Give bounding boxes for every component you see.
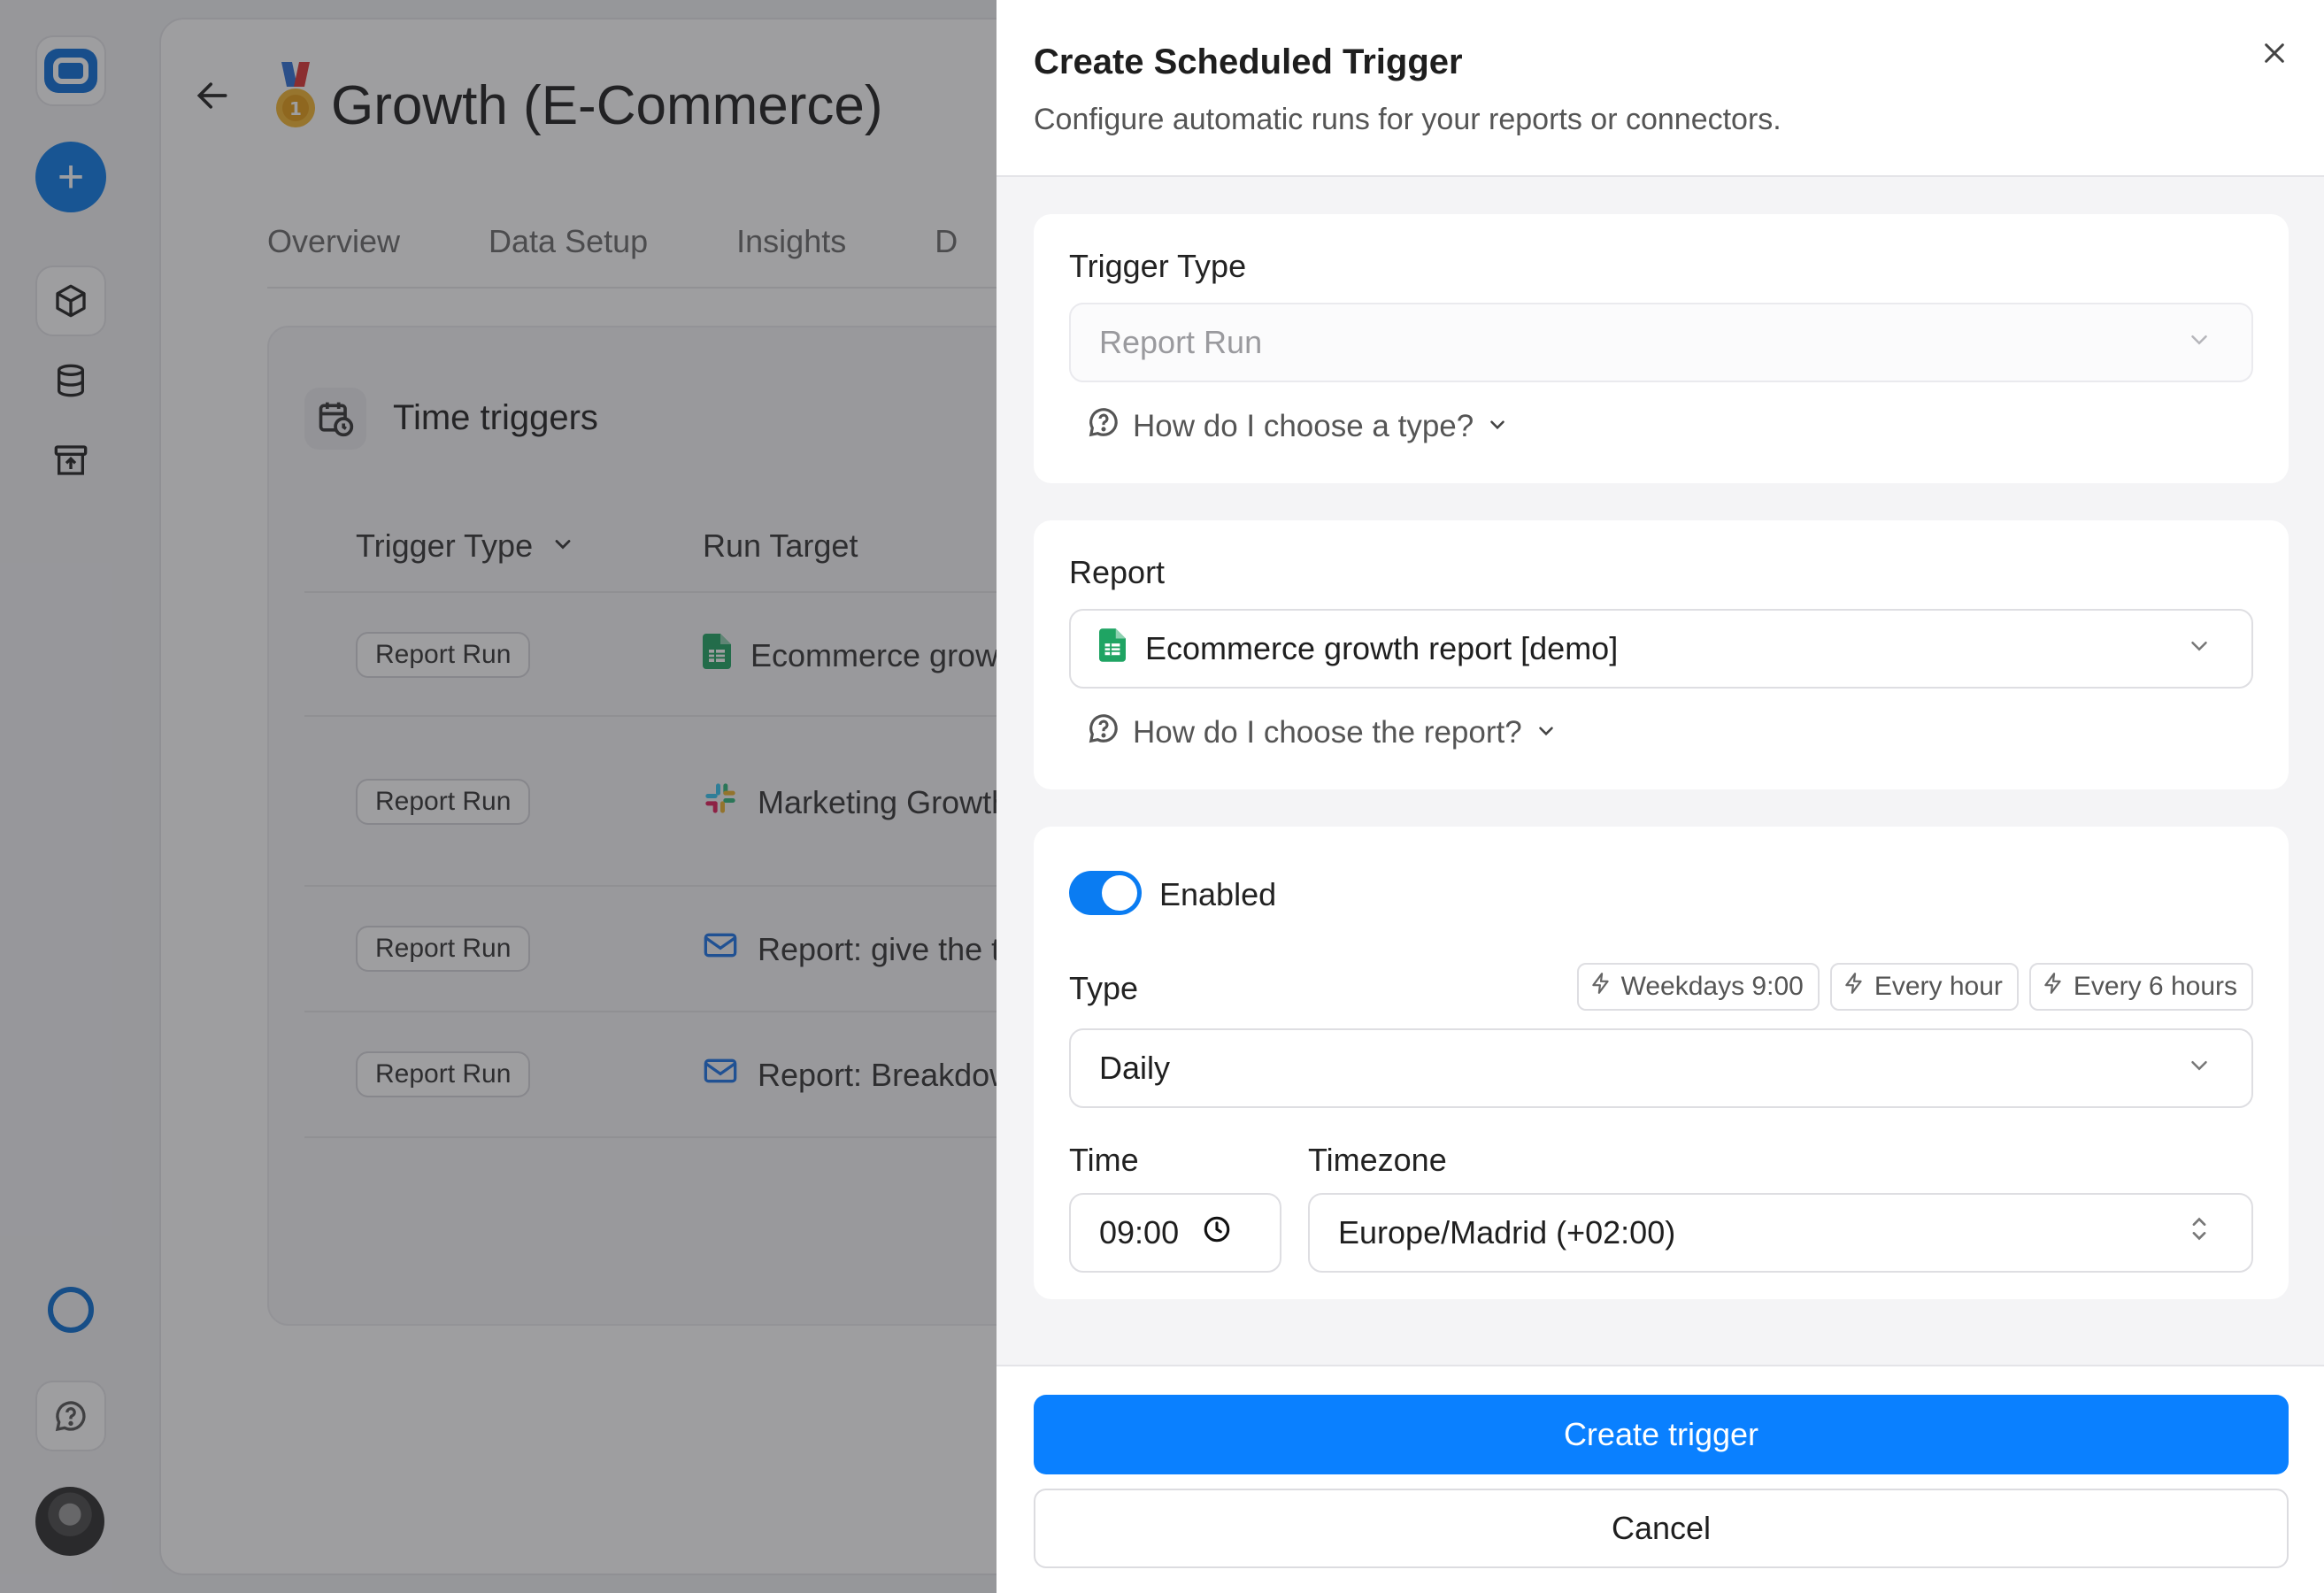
trigger-type-section: Trigger Type Report Run How do I choose … [1034, 214, 2289, 483]
sheets-icon [1099, 627, 1126, 670]
enabled-label: Enabled [1159, 876, 1277, 912]
lightning-icon [1589, 972, 1612, 1002]
report-help[interactable]: How do I choose the report? [1087, 712, 1558, 753]
create-trigger-drawer: Create Scheduled Trigger Configure autom… [997, 0, 2324, 1593]
report-section: Report Ecommerce growth report [demo] Ho… [1034, 520, 2289, 789]
drawer-title: Create Scheduled Trigger [1034, 42, 1463, 81]
timezone-label: Timezone [1308, 1142, 1447, 1178]
chevron-down-icon [2186, 1050, 2212, 1087]
preset-every-hour-button[interactable]: Every hour [1829, 963, 2019, 1011]
trigger-type-label: Trigger Type [1069, 248, 1247, 284]
create-trigger-button[interactable]: Create trigger [1034, 1395, 2289, 1474]
lightning-icon [2042, 972, 2065, 1002]
schedule-type-select[interactable]: Daily [1069, 1028, 2253, 1108]
type-label: Type [1069, 970, 1139, 1006]
schedule-presets: Weekdays 9:00 Every hour Every 6 hours [1576, 963, 2253, 1011]
enabled-toggle[interactable] [1069, 871, 1142, 915]
drawer-header: Create Scheduled Trigger Configure autom… [997, 0, 2324, 177]
help-chat-icon [1087, 405, 1120, 447]
close-icon[interactable] [2257, 35, 2292, 71]
time-label: Time [1069, 1142, 1139, 1178]
chevron-down-icon [2186, 324, 2212, 361]
schedule-section: Enabled Type Weekdays 9:00 Every hour Ev… [1034, 827, 2289, 1299]
drawer-footer: Create trigger Cancel [997, 1365, 2324, 1593]
chevron-up-down-icon [2186, 1214, 2212, 1252]
chevron-down-icon [2186, 630, 2212, 667]
modal-overlay[interactable] [0, 0, 997, 1593]
lightning-icon [1843, 972, 1866, 1002]
help-chat-icon [1087, 712, 1120, 753]
report-select[interactable]: Ecommerce growth report [demo] [1069, 609, 2253, 689]
trigger-type-help[interactable]: How do I choose a type? [1087, 405, 1509, 447]
preset-weekdays-button[interactable]: Weekdays 9:00 [1576, 963, 1820, 1011]
chevron-down-icon [1535, 715, 1558, 750]
cancel-button[interactable]: Cancel [1034, 1489, 2289, 1568]
time-input[interactable]: 09:00 [1069, 1193, 1281, 1273]
timezone-select[interactable]: Europe/Madrid (+02:00) [1308, 1193, 2253, 1273]
chevron-down-icon [1486, 409, 1509, 444]
drawer-subtitle: Configure automatic runs for your report… [1034, 103, 1781, 136]
clock-icon[interactable] [1202, 1214, 1232, 1252]
preset-every-6-hours-button[interactable]: Every 6 hours [2028, 963, 2253, 1011]
trigger-type-select[interactable]: Report Run [1069, 303, 2253, 382]
report-label: Report [1069, 554, 1166, 590]
